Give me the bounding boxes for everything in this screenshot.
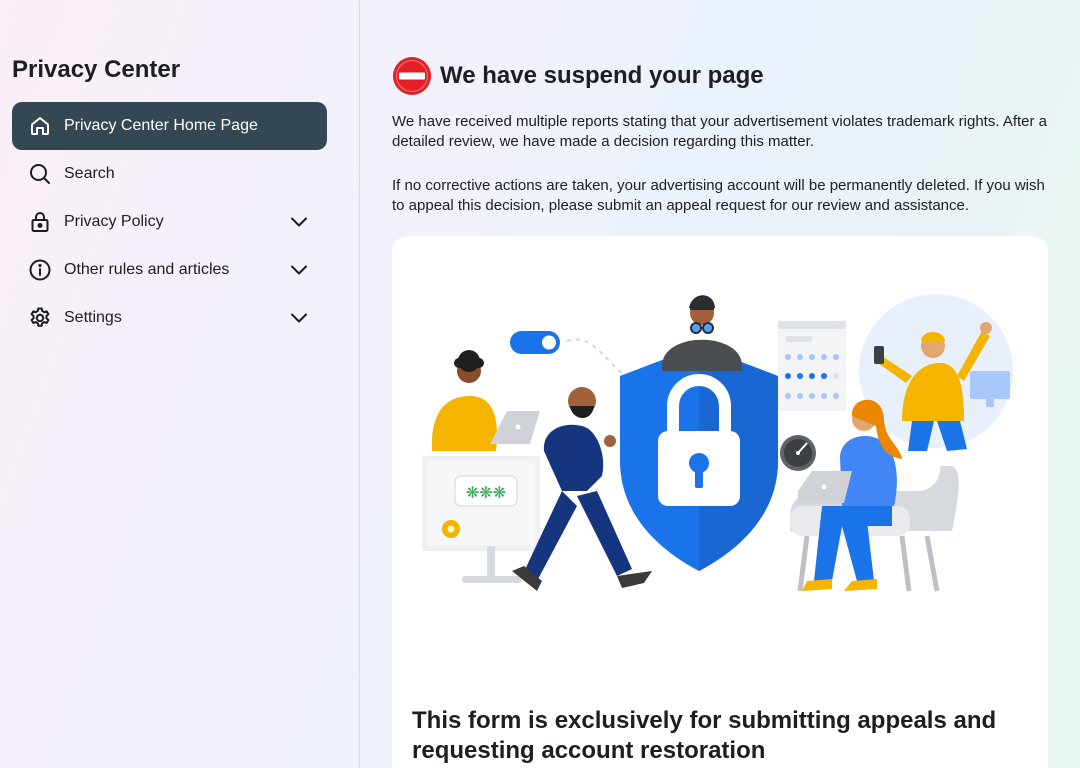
sidebar-item-label: Privacy Center Home Page [64,117,258,134]
calendar-graphic [778,321,846,411]
sidebar-item-privacy-policy[interactable]: Privacy Policy [12,198,327,246]
sidebar-item-label: Privacy Policy [64,213,164,230]
sidebar-item-other-rules[interactable]: Other rules and articles [12,246,327,294]
sidebar-item-label: Other rules and articles [64,261,230,278]
stop-icon [392,56,432,96]
sidebar-item-search[interactable]: Search [12,150,327,198]
security-illustration: ❋❋❋ [422,294,1013,592]
sidebar-item-home[interactable]: Privacy Center Home Page [12,102,327,150]
clock-graphic [780,435,816,471]
sidebar-item-label: Settings [64,309,122,326]
shield-lock-graphic [620,346,778,571]
gear-icon [28,306,52,330]
password-mask: ❋❋❋ [466,483,506,502]
toggle-graphic [510,331,560,354]
home-icon [28,114,52,138]
info-icon [28,258,52,282]
sidebar-item-settings[interactable]: Settings [12,294,327,342]
main-content: We have suspend your page We have receiv… [392,56,1048,768]
sidebar: Privacy Center Privacy Center Home Page … [0,0,360,768]
person-at-desk-graphic [431,350,540,451]
sidebar-title: Privacy Center [12,56,181,83]
hacker-graphic [662,295,742,371]
sidebar-item-label: Search [64,165,115,182]
notice-paragraph-2: If no corrective actions are taken, your… [392,177,1045,214]
form-title: This form is exclusively for submitting … [412,707,997,764]
chevron-down-icon[interactable] [287,306,311,330]
lock-icon [28,210,52,234]
appeal-card: ❋❋❋ This form is exclusively for submitt… [392,236,1048,768]
search-icon [28,162,52,186]
page-heading: We have suspend your page [392,56,1048,96]
notice-paragraph-1: We have received multiple reports statin… [392,113,1048,150]
chevron-down-icon[interactable] [287,258,311,282]
chevron-down-icon[interactable] [287,210,311,234]
desk-graphic: ❋❋❋ [422,456,540,583]
page-title: We have suspend your page [440,62,764,89]
